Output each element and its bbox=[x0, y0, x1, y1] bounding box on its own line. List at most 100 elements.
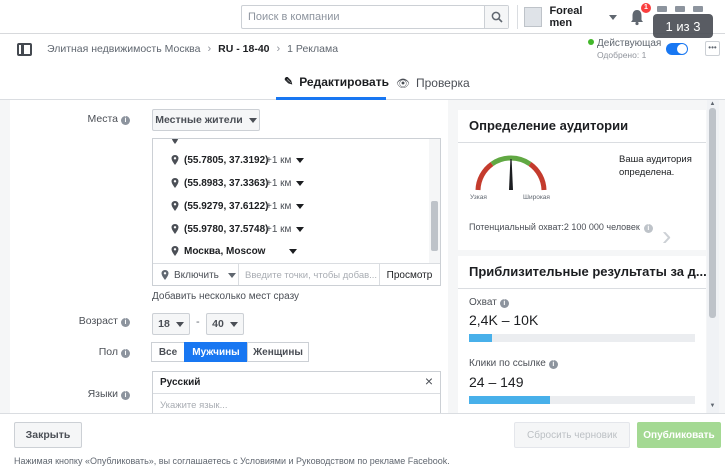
location-item[interactable]: (55.9279, 37.6122) +1 км bbox=[171, 196, 305, 216]
clicks-bar-fill bbox=[469, 396, 551, 404]
tab-preview[interactable]: 👁 Проверка bbox=[396, 66, 470, 100]
map-pin-icon bbox=[171, 139, 179, 144]
page-scroll-thumb[interactable] bbox=[709, 108, 716, 318]
locations-footer: Включить Просмотр bbox=[153, 263, 440, 285]
clicks-label: Клики по ссылке i bbox=[469, 358, 558, 369]
gender-all-button[interactable]: Все bbox=[151, 342, 185, 362]
info-icon[interactable]: i bbox=[121, 116, 130, 125]
breadcrumb-campaign[interactable]: Элитная недвижимость Москва bbox=[47, 43, 200, 55]
results-title: Приблизительные результаты за д... bbox=[469, 264, 707, 279]
location-coordinates: (55.9279, 37.6122) bbox=[184, 200, 269, 212]
browse-button[interactable]: Просмотр bbox=[379, 263, 439, 285]
location-item[interactable]: (55.9780, 37.5748) +1 км bbox=[171, 219, 305, 239]
include-dropdown[interactable]: Включить bbox=[153, 263, 239, 285]
info-icon[interactable]: i bbox=[643, 224, 653, 233]
chevron-down-icon[interactable] bbox=[296, 203, 305, 209]
scroll-up-icon[interactable]: ▲ bbox=[709, 101, 716, 107]
search-input[interactable] bbox=[242, 6, 484, 28]
chevron-down-icon bbox=[248, 117, 257, 123]
breadcrumb: Элитная недвижимость Москва › RU - 18-40… bbox=[47, 43, 338, 55]
reach-bar bbox=[469, 334, 695, 342]
clicks-value: 24 – 149 bbox=[469, 374, 524, 390]
info-icon[interactable]: i bbox=[499, 299, 509, 308]
age-max-value: 40 bbox=[212, 318, 224, 330]
include-label: Включить bbox=[174, 269, 219, 281]
close-icon[interactable]: × bbox=[425, 373, 433, 389]
gauge-wide-label: Широкая bbox=[523, 194, 550, 201]
tab-edit[interactable]: ✎ Редактировать bbox=[276, 66, 389, 100]
chevron-down-icon bbox=[227, 272, 236, 278]
age-min-value: 18 bbox=[158, 318, 170, 330]
account-name: Foreal men bbox=[549, 5, 583, 29]
scroll-down-icon[interactable]: ▼ bbox=[709, 403, 716, 409]
account-switcher[interactable]: Foreal men bbox=[517, 5, 617, 29]
location-item[interactable]: Москва, Moscow bbox=[171, 241, 297, 261]
close-button[interactable]: Закрыть bbox=[14, 422, 82, 448]
breadcrumb-ads[interactable]: 1 Реклама bbox=[287, 43, 338, 55]
add-multiple-locations-link[interactable]: Добавить несколько мест сразу bbox=[152, 291, 299, 302]
gender-women-button[interactable]: Женщины bbox=[247, 342, 309, 362]
info-icon[interactable]: i bbox=[548, 360, 558, 369]
chevron-down-icon[interactable] bbox=[296, 157, 305, 163]
chevron-down-icon bbox=[175, 321, 184, 327]
chevron-down-icon[interactable] bbox=[296, 180, 305, 186]
potential-reach-text: Потенциальный охват:2 100 000 человек bbox=[469, 222, 640, 232]
adset-toggle[interactable] bbox=[666, 43, 688, 55]
status-label: Действующая bbox=[597, 38, 662, 49]
gender-selector: Все Мужчины Женщины bbox=[151, 342, 309, 362]
info-icon[interactable]: i bbox=[121, 391, 130, 400]
pager-indicators bbox=[657, 6, 707, 12]
audience-card: Определение аудитории Узкая Широкая Ваша… bbox=[458, 110, 706, 250]
location-coordinates: (55.7805, 37.3192) bbox=[184, 154, 269, 166]
locations-scroll-thumb[interactable] bbox=[431, 201, 438, 251]
chevron-right-icon: › bbox=[207, 43, 212, 55]
info-icon[interactable]: i bbox=[121, 349, 130, 358]
search-button[interactable] bbox=[484, 6, 508, 28]
reach-bar-fill bbox=[469, 334, 492, 342]
divider bbox=[153, 393, 440, 394]
more-options-icon[interactable]: ••• bbox=[705, 41, 720, 56]
age-min-select[interactable]: 18 bbox=[152, 313, 190, 335]
radius-value[interactable]: +1 км bbox=[266, 201, 291, 212]
audience-title: Определение аудитории bbox=[469, 118, 629, 133]
locations-box: (55.7805, 37.3192) +1 км (55.8983, 37.33… bbox=[152, 138, 441, 286]
radius-value[interactable]: +1 км bbox=[266, 224, 291, 235]
location-item[interactable]: (55.8983, 37.3363) +1 км bbox=[171, 173, 305, 193]
map-pin-icon bbox=[171, 246, 179, 256]
footer-bar: Закрыть Сбросить черновик Опубликовать Н… bbox=[0, 413, 725, 473]
age-separator: - bbox=[196, 316, 200, 328]
languages-box: Русский × bbox=[152, 371, 441, 413]
gender-men-button[interactable]: Мужчины bbox=[184, 342, 248, 362]
location-item[interactable]: (55.7805, 37.3192) +1 км bbox=[171, 150, 305, 170]
chevron-down-icon[interactable] bbox=[289, 248, 297, 254]
reach-value: 2,4K – 10K bbox=[469, 312, 539, 328]
side-panel-icon[interactable] bbox=[17, 43, 32, 56]
map-pin-icon bbox=[171, 224, 179, 234]
location-search-input[interactable] bbox=[239, 265, 379, 285]
chevron-down-icon[interactable] bbox=[296, 226, 305, 232]
radius-value[interactable]: +1 км bbox=[266, 155, 291, 166]
info-icon[interactable]: i bbox=[121, 318, 130, 327]
places-type-dropdown[interactable]: Местные жители bbox=[152, 109, 260, 131]
chevron-right-icon[interactable]: › bbox=[662, 222, 671, 250]
locations-list[interactable]: (55.7805, 37.3192) +1 км (55.8983, 37.33… bbox=[153, 139, 429, 263]
notification-badge: 1 bbox=[641, 3, 651, 13]
reset-draft-button[interactable]: Сбросить черновик bbox=[514, 422, 630, 448]
location-item-partial bbox=[171, 139, 184, 149]
status-dot-icon bbox=[588, 39, 594, 45]
search-box[interactable] bbox=[241, 5, 509, 29]
divider bbox=[458, 288, 706, 289]
language-input[interactable] bbox=[153, 395, 433, 413]
gauge-narrow-label: Узкая bbox=[470, 194, 487, 201]
search-icon bbox=[491, 11, 503, 23]
publish-button[interactable]: Опубликовать bbox=[637, 422, 721, 448]
tab-edit-label: Редактировать bbox=[299, 74, 389, 89]
radius-value[interactable]: +1 км bbox=[266, 178, 291, 189]
eye-icon: 👁 bbox=[396, 77, 410, 90]
languages-label: Языки i bbox=[10, 388, 130, 400]
divider bbox=[458, 142, 706, 143]
age-max-select[interactable]: 40 bbox=[206, 313, 244, 335]
potential-reach: Потенциальный охват:2 100 000 человек i bbox=[469, 222, 653, 233]
breadcrumb-adset[interactable]: RU - 18-40 bbox=[218, 43, 269, 55]
location-coordinates: (55.8983, 37.3363) bbox=[184, 177, 269, 189]
